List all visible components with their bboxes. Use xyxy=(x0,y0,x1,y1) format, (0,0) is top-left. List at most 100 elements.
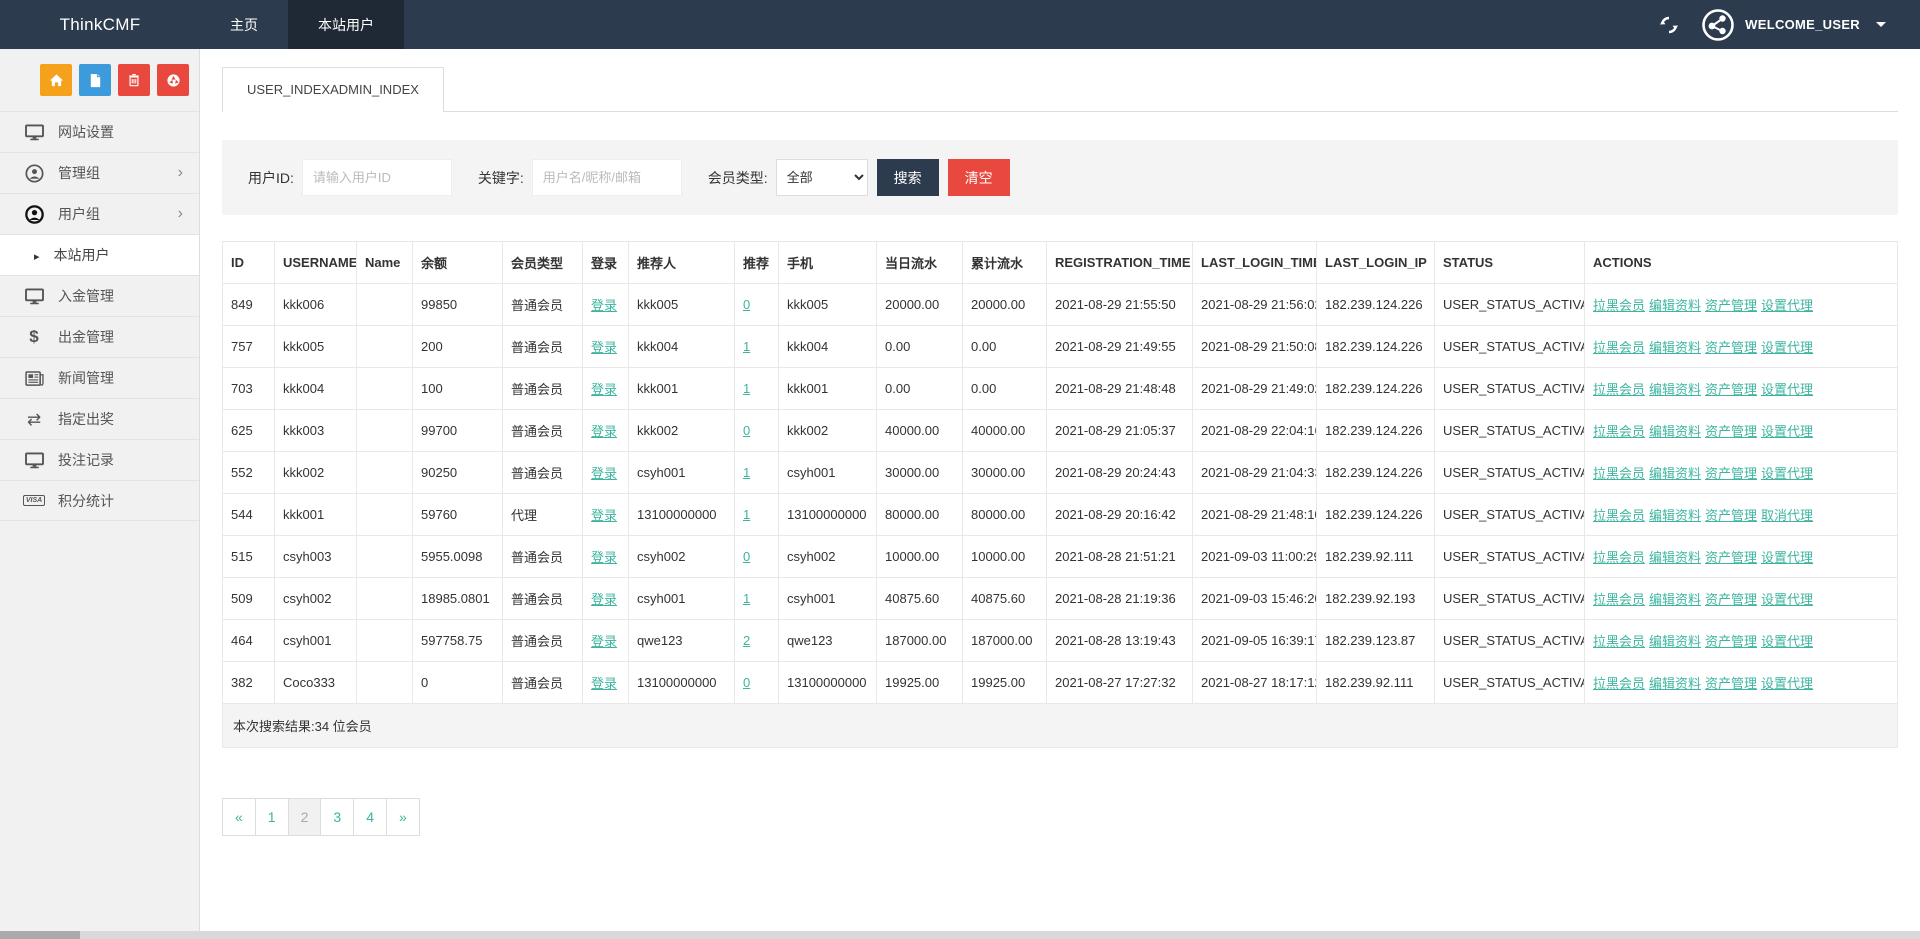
sidebar-item-5[interactable]: $出金管理 xyxy=(0,316,199,357)
action-link-0[interactable]: 拉黑会员 xyxy=(1593,340,1645,355)
user-id-input[interactable] xyxy=(302,159,452,196)
cell-name xyxy=(357,620,413,662)
login-link[interactable]: 登录 xyxy=(591,634,617,649)
login-link[interactable]: 登录 xyxy=(591,676,617,691)
action-link-2[interactable]: 资产管理 xyxy=(1705,340,1757,355)
action-link-3[interactable]: 设置代理 xyxy=(1761,466,1813,481)
action-link-2[interactable]: 资产管理 xyxy=(1705,550,1757,565)
sidebar-item-7[interactable]: ⇄指定出奖 xyxy=(0,398,199,439)
action-link-0[interactable]: 拉黑会员 xyxy=(1593,508,1645,523)
sidebar-item-6[interactable]: 新闻管理 xyxy=(0,357,199,398)
page-4[interactable]: 4 xyxy=(353,798,387,836)
action-link-2[interactable]: 资产管理 xyxy=(1705,466,1757,481)
action-link-1[interactable]: 编辑资料 xyxy=(1649,382,1701,397)
top-nav-tab-0[interactable]: 主页 xyxy=(200,0,288,49)
action-link-1[interactable]: 编辑资料 xyxy=(1649,592,1701,607)
trash-button[interactable] xyxy=(118,64,150,96)
keyword-input[interactable] xyxy=(532,159,682,196)
action-link-0[interactable]: 拉黑会员 xyxy=(1593,466,1645,481)
top-nav-tab-1[interactable]: 本站用户 xyxy=(288,0,404,49)
action-link-3[interactable]: 设置代理 xyxy=(1761,676,1813,691)
sidebar-item-2[interactable]: 用户组› xyxy=(0,193,199,234)
login-link[interactable]: 登录 xyxy=(591,508,617,523)
referral-count-link[interactable]: 0 xyxy=(743,423,750,438)
cell-daily-flow: 0.00 xyxy=(877,326,963,368)
action-link-1[interactable]: 编辑资料 xyxy=(1649,424,1701,439)
referral-count-link[interactable]: 0 xyxy=(743,297,750,312)
cell-status: USER_STATUS_ACTIVATED xyxy=(1435,326,1585,368)
clear-button[interactable]: 清空 xyxy=(948,159,1010,196)
login-link[interactable]: 登录 xyxy=(591,592,617,607)
action-link-3[interactable]: 设置代理 xyxy=(1761,634,1813,649)
referral-count-link[interactable]: 2 xyxy=(743,633,750,648)
sidebar-item-1[interactable]: 管理组› xyxy=(0,152,199,193)
horizontal-scrollbar[interactable] xyxy=(0,931,1920,939)
brand-logo[interactable]: ThinkCMF xyxy=(0,0,200,49)
action-link-1[interactable]: 编辑资料 xyxy=(1649,634,1701,649)
action-link-0[interactable]: 拉黑会员 xyxy=(1593,298,1645,313)
page-3[interactable]: 3 xyxy=(320,798,354,836)
action-link-1[interactable]: 编辑资料 xyxy=(1649,676,1701,691)
action-link-3[interactable]: 设置代理 xyxy=(1761,424,1813,439)
action-link-3[interactable]: 设置代理 xyxy=(1761,340,1813,355)
sidebar-item-3-active[interactable]: ▸本站用户 xyxy=(0,234,199,275)
sidebar-item-4[interactable]: 入金管理 xyxy=(0,275,199,316)
action-link-3[interactable]: 设置代理 xyxy=(1761,382,1813,397)
login-link[interactable]: 登录 xyxy=(591,424,617,439)
login-link[interactable]: 登录 xyxy=(591,550,617,565)
referral-count-link[interactable]: 0 xyxy=(743,675,750,690)
action-link-1[interactable]: 编辑资料 xyxy=(1649,466,1701,481)
sidebar-item-8[interactable]: 投注记录 xyxy=(0,439,199,480)
referral-count-link[interactable]: 0 xyxy=(743,549,750,564)
action-link-1[interactable]: 编辑资料 xyxy=(1649,298,1701,313)
search-button[interactable]: 搜索 xyxy=(877,159,939,196)
home-button[interactable] xyxy=(40,64,72,96)
sidebar-item-0[interactable]: 网站设置 xyxy=(0,111,199,152)
action-link-0[interactable]: 拉黑会员 xyxy=(1593,382,1645,397)
action-link-3[interactable]: 取消代理 xyxy=(1761,508,1813,523)
login-link[interactable]: 登录 xyxy=(591,340,617,355)
referral-count-link[interactable]: 1 xyxy=(743,591,750,606)
action-link-2[interactable]: 资产管理 xyxy=(1705,424,1757,439)
action-link-0[interactable]: 拉黑会员 xyxy=(1593,634,1645,649)
action-link-1[interactable]: 编辑资料 xyxy=(1649,550,1701,565)
action-link-2[interactable]: 资产管理 xyxy=(1705,592,1757,607)
cell-phone: kkk005 xyxy=(779,284,877,326)
action-link-1[interactable]: 编辑资料 xyxy=(1649,508,1701,523)
page-prev[interactable]: « xyxy=(222,798,256,836)
page-next[interactable]: » xyxy=(386,798,420,836)
action-link-3[interactable]: 设置代理 xyxy=(1761,592,1813,607)
referral-count-link[interactable]: 1 xyxy=(743,465,750,480)
action-link-2[interactable]: 资产管理 xyxy=(1705,508,1757,523)
action-link-3[interactable]: 设置代理 xyxy=(1761,550,1813,565)
action-link-0[interactable]: 拉黑会员 xyxy=(1593,424,1645,439)
action-link-1[interactable]: 编辑资料 xyxy=(1649,340,1701,355)
tab-user-index[interactable]: USER_INDEXADMIN_INDEX xyxy=(222,67,444,112)
login-link[interactable]: 登录 xyxy=(591,466,617,481)
member-type-select[interactable]: 全部 xyxy=(776,159,868,196)
file-button[interactable] xyxy=(79,64,111,96)
action-link-2[interactable]: 资产管理 xyxy=(1705,634,1757,649)
action-link-3[interactable]: 设置代理 xyxy=(1761,298,1813,313)
action-link-2[interactable]: 资产管理 xyxy=(1705,298,1757,313)
action-link-0[interactable]: 拉黑会员 xyxy=(1593,676,1645,691)
action-link-0[interactable]: 拉黑会员 xyxy=(1593,550,1645,565)
refresh-icon[interactable] xyxy=(1659,15,1679,35)
action-link-0[interactable]: 拉黑会员 xyxy=(1593,592,1645,607)
user-menu[interactable]: WELCOME_USER xyxy=(1701,8,1886,42)
referral-count-link[interactable]: 1 xyxy=(743,381,750,396)
sidebar: 网站设置管理组›用户组›▸本站用户入金管理$出金管理新闻管理⇄指定出奖投注记录V… xyxy=(0,49,200,931)
referral-count-link-cell: 0 xyxy=(735,536,779,578)
login-link[interactable]: 登录 xyxy=(591,298,617,313)
scrollbar-thumb[interactable] xyxy=(0,931,80,939)
page-1[interactable]: 1 xyxy=(255,798,289,836)
action-link-2[interactable]: 资产管理 xyxy=(1705,382,1757,397)
sidebar-item-9[interactable]: VISA积分统计 xyxy=(0,480,199,521)
action-link-2[interactable]: 资产管理 xyxy=(1705,676,1757,691)
referral-count-link[interactable]: 1 xyxy=(743,339,750,354)
login-link[interactable]: 登录 xyxy=(591,382,617,397)
column-header-11: REGISTRATION_TIME xyxy=(1047,242,1193,284)
column-header-7: 推荐 xyxy=(735,242,779,284)
referral-count-link[interactable]: 1 xyxy=(743,507,750,522)
recycle-button[interactable] xyxy=(157,64,189,96)
